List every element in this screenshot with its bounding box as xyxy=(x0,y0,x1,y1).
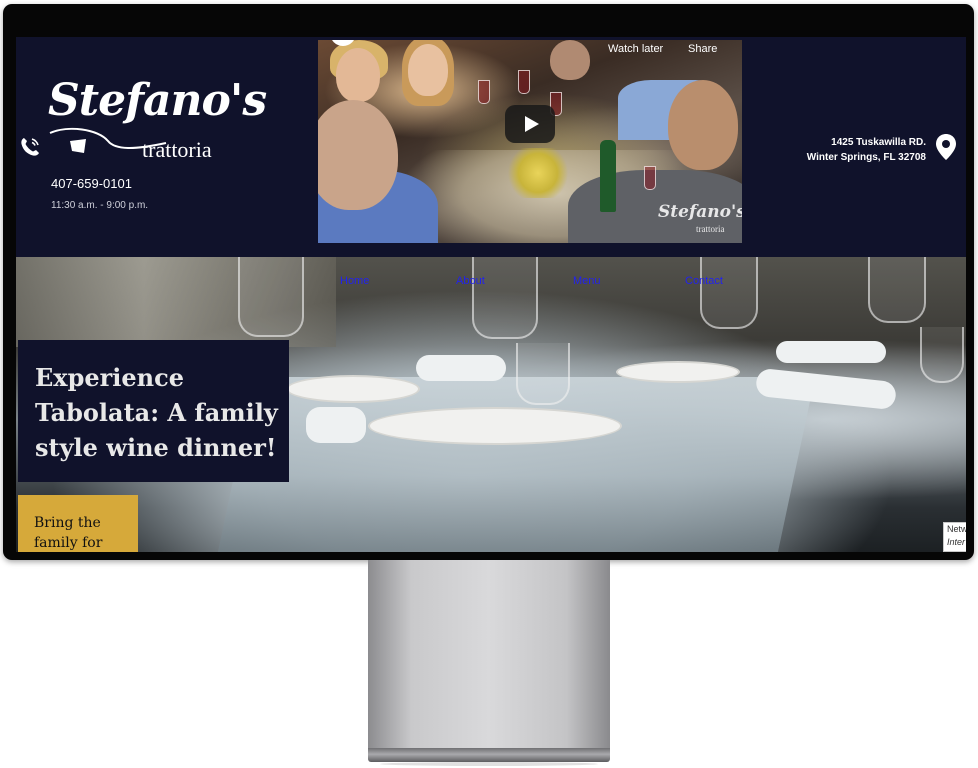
nav-contact[interactable]: Contact xyxy=(685,275,723,287)
cta-box[interactable]: Bring the family for xyxy=(18,495,138,552)
site-header: Stefano's trattoria 407-659-0101 11:30 a… xyxy=(16,37,966,257)
video-watermark-sub: trattoria xyxy=(696,224,725,234)
table-cloth xyxy=(216,377,816,552)
badge-line-1: Netw xyxy=(947,524,966,534)
hero-headline: Experience Tabolata: A family style wine… xyxy=(35,363,278,462)
address-line-2: Winter Springs, FL 32708 xyxy=(806,152,926,163)
monitor-frame: Stefano's trattoria 407-659-0101 11:30 a… xyxy=(3,4,974,560)
phone-icon[interactable] xyxy=(18,135,42,159)
logo-script-text: Stefano's xyxy=(48,75,267,126)
nav-home[interactable]: Home xyxy=(340,275,369,287)
nav-menu[interactable]: Menu xyxy=(573,275,601,287)
map-pin-icon[interactable] xyxy=(934,133,958,161)
opening-hours: 11:30 a.m. - 9:00 p.m. xyxy=(51,200,149,211)
wine-bottle xyxy=(600,140,616,212)
monitor-stand xyxy=(368,560,610,752)
hero-section: Home About Menu Contact Experience Tabol… xyxy=(16,257,966,552)
nav-about[interactable]: About xyxy=(456,275,485,287)
monitor-stand-base xyxy=(368,748,610,762)
badge-line-2: Inter xyxy=(947,537,966,547)
video-watermark: Stefano's xyxy=(658,202,742,222)
watch-later-button[interactable]: Watch later xyxy=(608,43,663,55)
cta-text: Bring the family for xyxy=(34,515,103,551)
network-badge[interactable]: Netw Inter xyxy=(943,522,966,552)
phone-number[interactable]: 407-659-0101 xyxy=(51,176,132,191)
website-screen: Stefano's trattoria 407-659-0101 11:30 a… xyxy=(16,37,966,552)
headline-box: Experience Tabolata: A family style wine… xyxy=(18,340,289,482)
address[interactable]: 1425 Tuskawilla RD. Winter Springs, FL 3… xyxy=(807,135,926,165)
play-button-icon[interactable] xyxy=(505,105,555,143)
embedded-video[interactable]: Watch later Share Stefano's trattoria xyxy=(318,40,742,243)
address-line-1: 1425 Tuskawilla RD. xyxy=(831,137,926,148)
logo-subtitle: trattoria xyxy=(142,137,212,162)
stefanos-logo[interactable]: Stefano's trattoria xyxy=(48,79,267,169)
share-button[interactable]: Share xyxy=(688,43,717,55)
